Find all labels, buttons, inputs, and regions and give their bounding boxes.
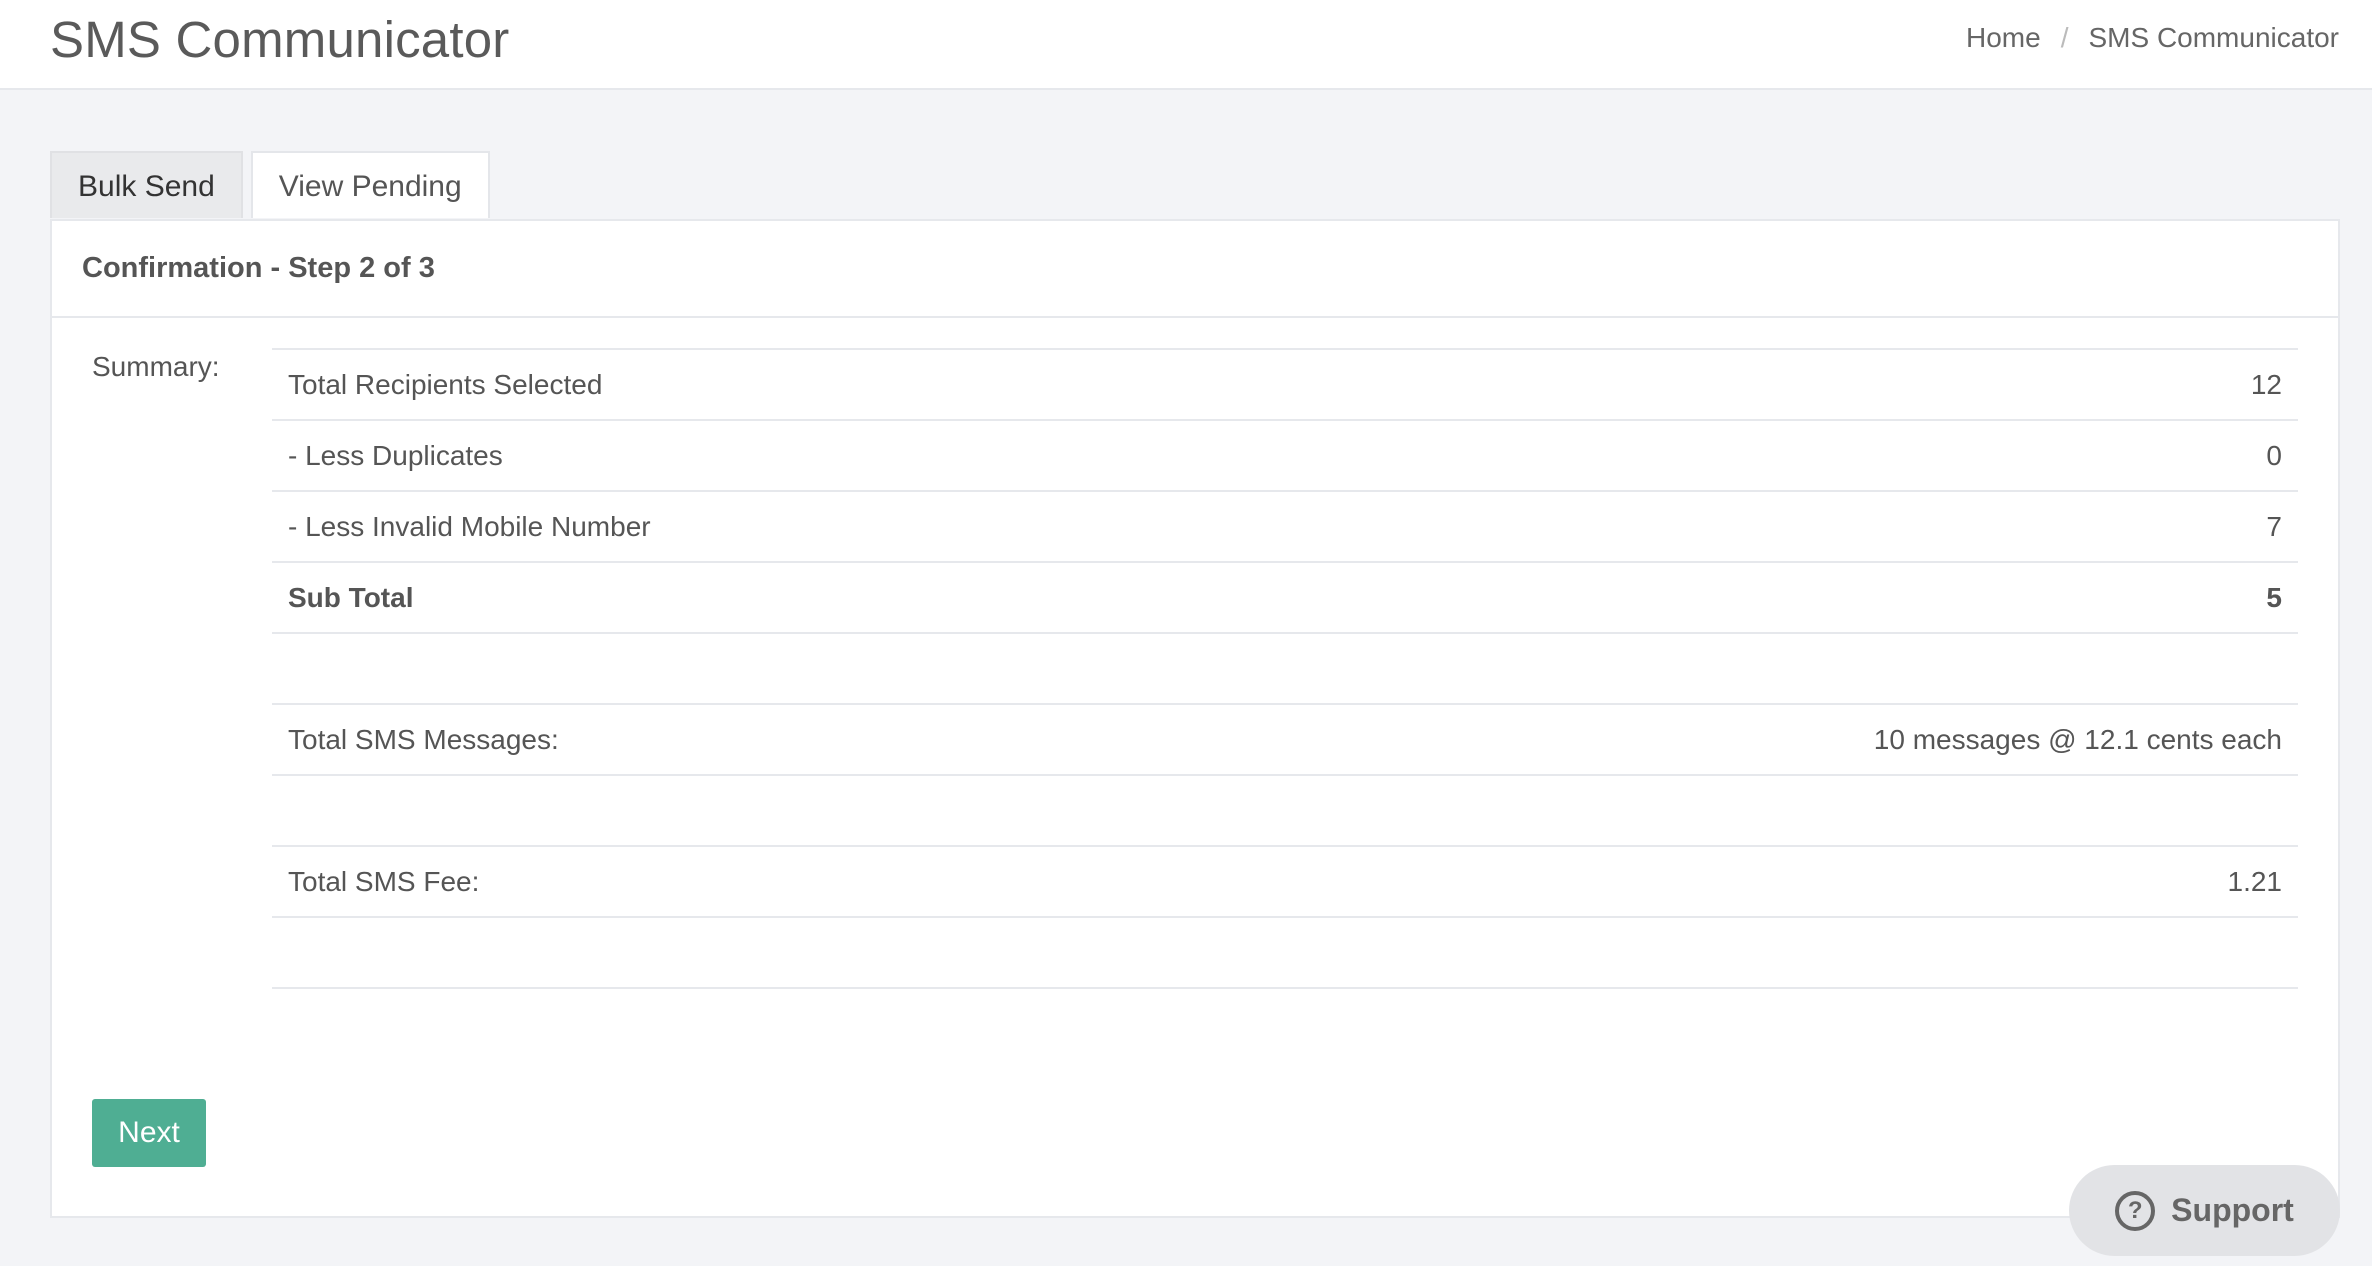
row-label: Sub Total <box>288 581 414 613</box>
breadcrumb-home-link[interactable]: Home <box>1966 22 2041 54</box>
summary-table: Total Recipients Selected 12 - Less Dupl… <box>272 348 2298 989</box>
row-label: - Less Invalid Mobile Number <box>288 510 651 542</box>
row-value: 7 <box>2266 510 2282 542</box>
support-label: Support <box>2171 1192 2294 1228</box>
confirmation-panel: Confirmation - Step 2 of 3 Summary: Tota… <box>50 219 2340 1218</box>
row-label: Total SMS Messages: <box>288 723 559 755</box>
row-less-duplicates: - Less Duplicates 0 <box>272 421 2298 492</box>
next-button[interactable]: Next <box>92 1099 206 1167</box>
row-value: 0 <box>2266 439 2282 471</box>
row-label: Total SMS Fee: <box>288 865 480 897</box>
row-total-recipients: Total Recipients Selected 12 <box>272 350 2298 421</box>
row-sub-total: Sub Total 5 <box>272 563 2298 634</box>
row-value: 12 <box>2250 368 2282 400</box>
question-circle-icon: ? <box>2115 1190 2156 1231</box>
page-title: SMS Communicator <box>50 11 510 68</box>
row-label: - Less Duplicates <box>288 439 503 471</box>
tab-bar: Bulk Send View Pending <box>50 151 498 218</box>
row-empty <box>272 634 2298 705</box>
row-label: Total Recipients Selected <box>288 368 603 400</box>
breadcrumb: Home / SMS Communicator <box>1966 22 2339 54</box>
top-bar: SMS Communicator Home / SMS Communicator <box>0 0 2372 90</box>
row-value: 5 <box>2266 581 2282 613</box>
summary-label: Summary: <box>92 351 220 382</box>
row-value: 1.21 <box>2227 865 2283 897</box>
row-less-invalid: - Less Invalid Mobile Number 7 <box>272 492 2298 563</box>
breadcrumb-separator: / <box>2060 22 2069 53</box>
tab-view-pending[interactable]: View Pending <box>250 151 490 218</box>
row-total-sms-fee: Total SMS Fee: 1.21 <box>272 847 2298 918</box>
breadcrumb-current: SMS Communicator <box>2088 22 2339 53</box>
row-empty <box>272 776 2298 847</box>
support-button[interactable]: ? Support <box>2069 1165 2340 1256</box>
row-value: 10 messages @ 12.1 cents each <box>1873 723 2282 755</box>
tab-bulk-send[interactable]: Bulk Send <box>50 151 243 218</box>
row-empty <box>272 918 2298 989</box>
row-total-sms-messages: Total SMS Messages: 10 messages @ 12.1 c… <box>272 705 2298 776</box>
panel-heading: Confirmation - Step 2 of 3 <box>52 221 2338 318</box>
